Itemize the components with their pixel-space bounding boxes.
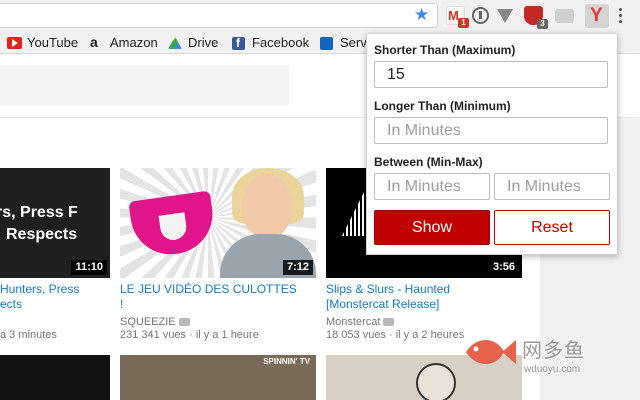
- video-meta: 18 053 vues · il y a 2 heures: [326, 329, 465, 341]
- youtube-length-filter-extension-icon[interactable]: Y: [585, 4, 609, 28]
- video-meta: 231 341 vues · il y a 1 heure: [120, 329, 259, 341]
- length-filter-popup: Shorter Than (Maximum) Longer Than (Mini…: [366, 33, 618, 255]
- shield-badge: 3: [537, 19, 548, 29]
- info-extension-icon[interactable]: [472, 7, 489, 24]
- video-duration: 11:10: [71, 260, 107, 275]
- serv-icon: [320, 37, 333, 50]
- gmail-extension-icon[interactable]: M 1: [446, 6, 469, 28]
- facebook-icon: [232, 36, 245, 51]
- address-bar[interactable]: [0, 3, 438, 28]
- fish-logo-icon: [466, 340, 516, 364]
- video-thumbnail[interactable]: 7:12: [120, 168, 316, 278]
- watermark-url: wduoyu.com: [524, 364, 581, 375]
- youtube-icon: [7, 37, 22, 49]
- amazon-icon: a: [90, 34, 98, 50]
- reset-button[interactable]: Reset: [494, 210, 610, 245]
- verified-icon: [383, 318, 395, 327]
- verified-icon: [178, 318, 190, 327]
- video-thumbnail[interactable]: [0, 355, 110, 400]
- card-extension-icon[interactable]: [555, 9, 574, 23]
- browser-toolbar: ★ M 1 3 Y: [0, 0, 640, 32]
- drive-icon: [168, 37, 182, 49]
- video-meta: a 3 minutes: [0, 329, 57, 341]
- video-thumbnail[interactable]: SPINNIN' TV: [120, 355, 316, 400]
- shield-extension-icon[interactable]: 3: [524, 6, 548, 29]
- video-duration: 7:12: [282, 260, 313, 275]
- bookmark-star-icon[interactable]: ★: [414, 4, 429, 26]
- between-min-input[interactable]: [374, 173, 490, 200]
- longer-than-label: Longer Than (Minimum): [374, 99, 511, 113]
- video-duration: 3:56: [488, 260, 519, 275]
- video-channel[interactable]: SQUEEZIE: [120, 316, 190, 329]
- between-max-input[interactable]: [494, 173, 610, 200]
- video-title[interactable]: Slips & Slurs - Haunted [Monstercat Rele…: [326, 282, 522, 312]
- longer-than-input[interactable]: [374, 117, 608, 144]
- between-label: Between (Min-Max): [374, 155, 483, 169]
- youtube-search-area[interactable]: [0, 65, 289, 105]
- shorter-than-label: Shorter Than (Maximum): [374, 43, 516, 57]
- video-thumbnail[interactable]: rs, Press F Respects 11:10: [0, 168, 110, 278]
- shorter-than-input[interactable]: [374, 61, 608, 88]
- video-title[interactable]: LE JEU VIDÉO DES CULOTTES !: [120, 282, 316, 312]
- show-button[interactable]: Show: [374, 210, 490, 245]
- vpn-extension-icon[interactable]: [497, 9, 513, 23]
- gmail-badge: 1: [458, 18, 469, 28]
- video-channel[interactable]: Monstercat: [326, 316, 395, 329]
- browser-menu-icon[interactable]: [619, 6, 623, 26]
- watermark-text: 网多鱼: [522, 340, 585, 362]
